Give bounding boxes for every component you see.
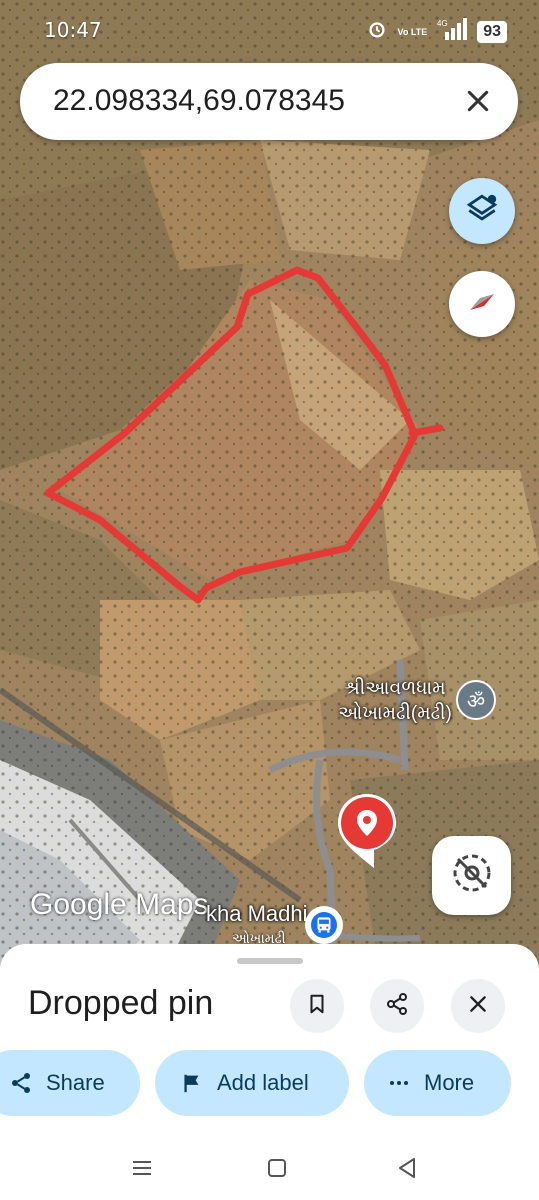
share-icon [6,1068,36,1098]
om-icon[interactable]: ॐ [456,680,496,720]
satellite-imagery [0,0,539,980]
more-chip-label: More [424,1070,475,1095]
save-button[interactable] [290,979,344,1033]
more-horizontal-icon [384,1068,414,1098]
close-icon [468,994,488,1019]
bookmark-icon [306,993,328,1020]
status-time: 10:47 [44,18,102,42]
location-off-icon [448,849,496,902]
add-label-chip[interactable]: Add label [155,1050,349,1116]
layers-icon [465,192,499,231]
alarm-icon [366,18,388,46]
compass-button[interactable] [449,271,515,337]
place-label[interactable]: શ્રીઆવળધામ ઓખામઢી(મઢી) [315,676,475,726]
share-icon [385,992,409,1021]
battery-indicator: 93 [477,21,507,43]
back-icon [395,1156,419,1185]
recents-button[interactable] [120,1148,164,1192]
close-sheet-button[interactable] [451,979,505,1033]
volte-indicator: Vo LTE [397,26,428,37]
map-view[interactable] [0,0,539,980]
search-bar[interactable]: 22.098334,69.078345 [20,63,518,140]
status-icons: Vo LTE 4G 93 [366,18,507,46]
search-coordinates[interactable]: 22.098334,69.078345 [53,84,345,118]
compass-icon [462,282,502,327]
add-label-chip-label: Add label [217,1070,309,1095]
layers-button[interactable] [449,178,515,244]
bus-icon[interactable] [305,906,343,944]
status-bar: 10:47 Vo LTE 4G 93 [0,0,539,60]
back-button[interactable] [385,1148,429,1192]
network-type: 4G [437,19,448,28]
sheet-title: Dropped pin [28,984,214,1022]
flag-icon [177,1068,207,1098]
place-label-line2: ઓખામઢી(મઢી) [338,703,452,724]
system-nav-bar [0,1140,539,1200]
my-location-button[interactable] [432,836,511,915]
share-chip-label: Share [46,1070,105,1095]
drag-handle[interactable] [237,958,303,964]
close-icon[interactable] [460,83,496,119]
share-chip[interactable]: Share [0,1050,140,1116]
share-button[interactable] [370,979,424,1033]
dropped-pin-marker[interactable] [334,792,400,872]
home-button[interactable] [255,1148,299,1192]
signal-icon: 4G [437,18,468,46]
place-label-line1: શ્રીઆવળધામ [344,678,446,699]
recents-icon [130,1156,154,1185]
home-icon [265,1156,289,1185]
station-label[interactable]: kha Madhi [206,901,308,927]
more-chip[interactable]: More [364,1050,511,1116]
google-maps-logo: Google Maps [30,888,209,921]
